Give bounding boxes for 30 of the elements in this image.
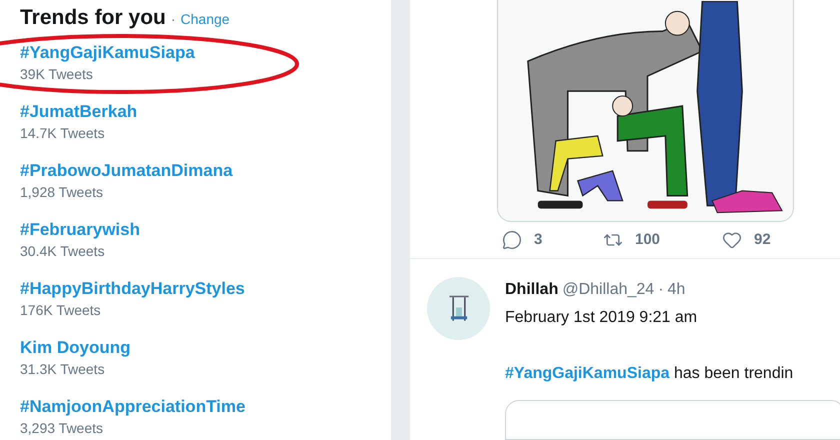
author-handle: @Dhillah_24 — [562, 280, 654, 300]
action-count: 3 — [534, 230, 542, 250]
tweet-count: 39K Tweets — [20, 65, 93, 84]
trend-hashtag[interactable]: #PrabowoJumatanDimana — [20, 160, 233, 182]
separator-dot: · — [170, 10, 176, 29]
separator-dot: · — [658, 280, 664, 300]
swing-icon — [448, 294, 470, 324]
reply-icon[interactable] — [502, 230, 522, 250]
like-icon[interactable] — [722, 230, 742, 250]
hashtag-link[interactable]: #YangGajiKamuSiapa — [505, 365, 670, 382]
trends-title: Trends for you — [20, 5, 166, 31]
trend-hashtag[interactable]: #YangGajiKamuSiapa — [20, 42, 195, 64]
change-link[interactable]: Change — [180, 9, 230, 30]
author-name[interactable]: Dhillah — [505, 278, 558, 302]
trend-hashtag[interactable]: #HappyBirthdayHarryStyles — [20, 278, 245, 300]
tweet-count: 1,928 Tweets — [20, 183, 104, 202]
action-count: 92 — [754, 230, 771, 250]
trend-hashtag[interactable]: #NamjoonAppreciationTime — [20, 396, 246, 418]
tweet-count: 3,293 Tweets — [20, 419, 104, 438]
tweet-count: 14.7K Tweets — [20, 124, 105, 143]
tweet-count: 176K Tweets — [20, 301, 101, 320]
tweet-count: 31.3K Tweets — [20, 360, 105, 379]
tweet-date: February 1st 2019 9:21 am — [505, 308, 698, 328]
tweet-count: 30.4K Tweets — [20, 242, 105, 261]
tweet-text: #YangGajiKamuSiapa has been trendin — [505, 364, 794, 384]
trend-hashtag[interactable]: #Februarywish — [20, 219, 140, 241]
tweet-time: 4h — [668, 280, 686, 300]
action-count: 100 — [635, 230, 660, 250]
trend-hashtag[interactable]: Kim Doyoung — [20, 337, 130, 359]
trend-hashtag[interactable]: #JumatBerkah — [20, 101, 138, 123]
